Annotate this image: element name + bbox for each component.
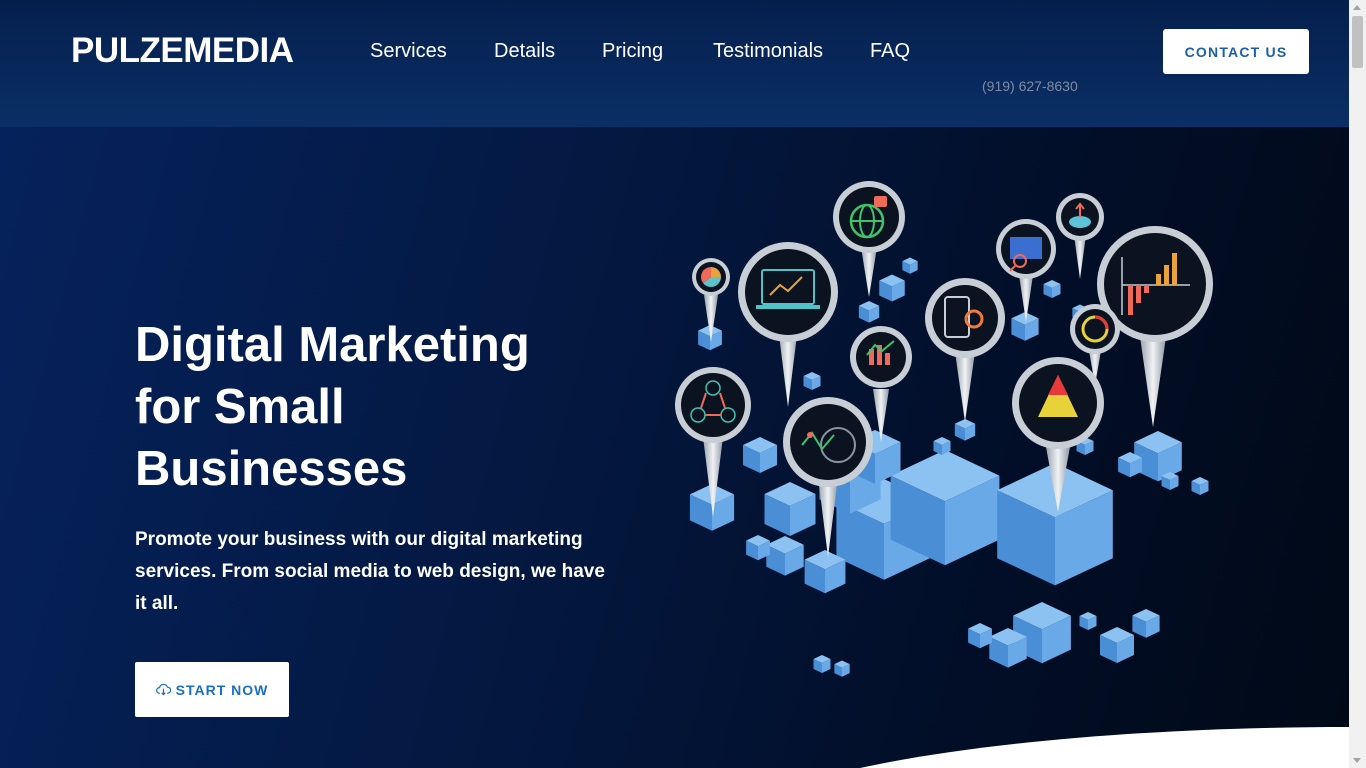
scroll-down-icon[interactable] — [1353, 758, 1361, 763]
hero-section: Digital Marketing for Small Businesses P… — [0, 127, 1349, 768]
cloud-download-icon — [155, 683, 171, 696]
hero-title: Digital Marketing for Small Businesses — [135, 314, 655, 500]
nav-item-pricing[interactable]: Pricing — [602, 40, 663, 63]
pie-chart-icon — [692, 258, 730, 342]
brand-logo[interactable]: PULZEMEDIA — [71, 31, 294, 71]
nav-item-services[interactable]: Services — [370, 40, 447, 63]
web-search-icon — [996, 219, 1056, 322]
digital-marketing-illustration — [675, 181, 1213, 677]
nav-item-faq[interactable]: FAQ — [870, 40, 910, 63]
start-now-button[interactable]: START NOW — [135, 662, 289, 717]
scroll-up-icon[interactable] — [1353, 5, 1361, 10]
phone-number[interactable]: (919) 627-8630 — [982, 78, 1078, 94]
binary-gear-icon — [925, 278, 1005, 422]
site-header: PULZEMEDIA Services Details Pricing Test… — [0, 0, 1349, 127]
hero-title-line-1: Digital Marketing — [135, 318, 530, 372]
start-now-label: START NOW — [175, 681, 269, 698]
cycle-abc-icon — [675, 367, 751, 517]
wave-divider — [860, 727, 1349, 768]
hero-title-line-2: for Small — [135, 380, 345, 434]
nav-item-details[interactable]: Details — [494, 40, 555, 63]
nav-item-testimonials[interactable]: Testimonials — [713, 40, 823, 63]
scrollbar-thumb[interactable] — [1352, 16, 1363, 68]
monitor-analytics-icon — [738, 242, 838, 407]
hero-title-line-3: Businesses — [135, 442, 408, 496]
cloud-upload-icon — [1056, 193, 1104, 279]
contact-us-button[interactable]: CONTACT US — [1163, 29, 1309, 74]
hero-description: Promote your business with our digital m… — [135, 529, 605, 614]
vertical-scrollbar[interactable] — [1349, 0, 1366, 768]
